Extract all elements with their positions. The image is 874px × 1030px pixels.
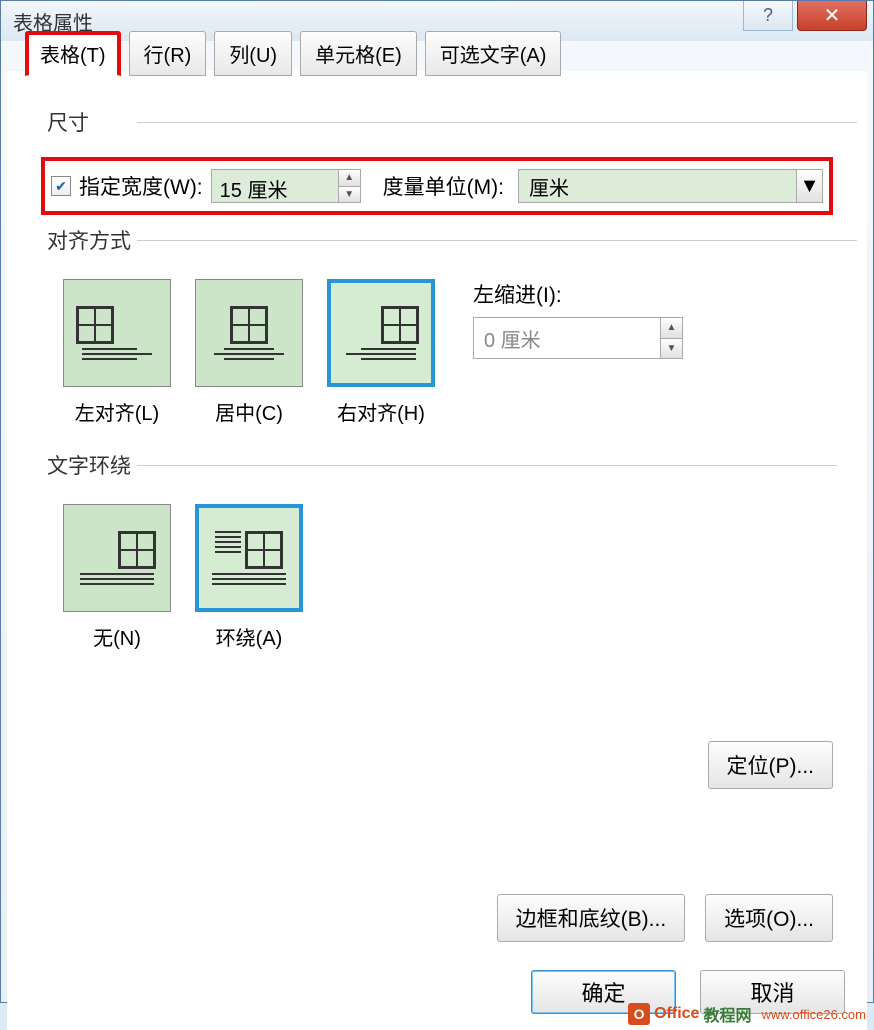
tab-alttext[interactable]: 可选文字(A)	[425, 31, 562, 76]
width-spinner[interactable]: 15 厘米 ▲ ▼	[211, 169, 361, 203]
tab-cell[interactable]: 单元格(E)	[300, 31, 417, 76]
indent-spinner[interactable]: 0 厘米 ▲ ▼	[473, 317, 683, 359]
dialog-window: 表格属性 ? ✕ 表格(T) 行(R) 列(U) 单元格(E) 可选文字(A) …	[0, 0, 874, 1003]
spinner-up-icon[interactable]: ▲	[338, 170, 360, 187]
table-icon	[381, 306, 419, 344]
spinner-down-icon[interactable]: ▼	[338, 187, 360, 203]
wrap-group-label: 文字环绕	[47, 450, 847, 480]
align-left-option[interactable]	[63, 279, 171, 387]
watermark: O Office教程网 www.office26.com	[628, 1002, 866, 1026]
tab-table[interactable]: 表格(T)	[25, 31, 121, 76]
align-right-option[interactable]	[327, 279, 435, 387]
align-center-label: 居中(C)	[195, 397, 303, 426]
help-button[interactable]: ?	[743, 1, 793, 31]
lines-icon	[214, 348, 284, 360]
wrap-around-label: 环绕(A)	[195, 622, 303, 651]
spinner-up-icon[interactable]: ▲	[660, 318, 682, 339]
measure-unit-label: 度量单位(M):	[383, 171, 504, 201]
wrap-around-option[interactable]	[195, 504, 303, 612]
align-right-label: 右对齐(H)	[327, 397, 435, 426]
measure-unit-dropdown[interactable]: 厘米 ▼	[518, 169, 823, 203]
dropdown-arrow-icon: ▼	[796, 170, 822, 202]
preferred-width-label: 指定宽度(W):	[79, 171, 203, 201]
close-button[interactable]: ✕	[797, 1, 867, 31]
wrap-none-label: 无(N)	[63, 622, 171, 651]
size-row-highlight: ✔ 指定宽度(W): 15 厘米 ▲ ▼ 度量单位(M): 厘米 ▼	[41, 157, 833, 215]
lines-icon	[212, 573, 286, 585]
office-logo-icon: O	[628, 1003, 650, 1025]
preferred-width-checkbox[interactable]: ✔	[51, 176, 71, 196]
table-icon	[245, 531, 283, 569]
tab-column[interactable]: 列(U)	[214, 31, 292, 76]
indent-label: 左缩进(I):	[473, 279, 683, 309]
lines-icon	[80, 573, 154, 585]
width-value[interactable]: 15 厘米	[212, 170, 338, 202]
table-icon	[230, 306, 268, 344]
spinner-down-icon[interactable]: ▼	[660, 339, 682, 359]
table-icon	[118, 531, 156, 569]
indent-value: 0 厘米	[474, 318, 660, 358]
align-center-option[interactable]	[195, 279, 303, 387]
size-group-label: 尺寸	[47, 107, 847, 137]
lines-icon	[346, 348, 416, 360]
dialog-content: 表格(T) 行(R) 列(U) 单元格(E) 可选文字(A) 尺寸 ✔ 指定宽度…	[7, 71, 867, 1030]
lines-icon	[82, 348, 152, 360]
table-icon	[76, 306, 114, 344]
watermark-url: www.office26.com	[761, 1007, 866, 1022]
alignment-group-label: 对齐方式	[47, 225, 847, 255]
wrap-around-icon	[215, 531, 283, 569]
position-button[interactable]: 定位(P)...	[708, 741, 834, 789]
options-button[interactable]: 选项(O)...	[705, 894, 833, 942]
border-shading-button[interactable]: 边框和底纹(B)...	[497, 894, 686, 942]
wrap-none-option[interactable]	[63, 504, 171, 612]
tab-row[interactable]: 行(R)	[129, 31, 207, 76]
tab-bar: 表格(T) 行(R) 列(U) 单元格(E) 可选文字(A)	[25, 31, 561, 76]
align-left-label: 左对齐(L)	[63, 397, 171, 426]
unit-value: 厘米	[529, 172, 569, 201]
